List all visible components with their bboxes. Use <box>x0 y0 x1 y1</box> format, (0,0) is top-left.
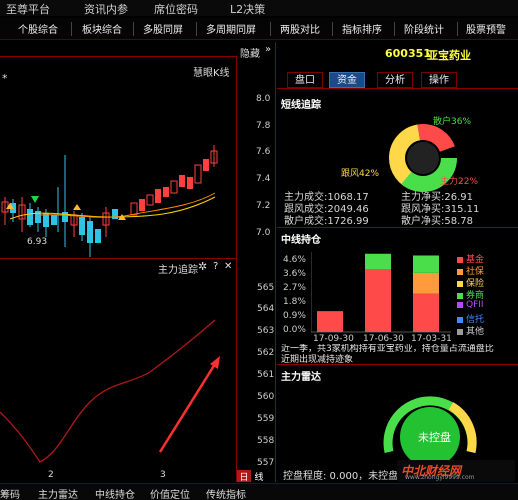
main-tracking-line <box>0 319 220 463</box>
hold-y-tick: 1.8% <box>283 297 306 307</box>
retail-volume: 散户成交:1726.99 <box>284 216 369 227</box>
kline-chart-panel: 隐藏 » 慧眼K线 * 8.0 7.8 7.6 7.4 7.2 7.0 6.93… <box>0 42 276 483</box>
sub-tick: 565 <box>257 283 275 293</box>
hold-x-label: 17-06-30 <box>363 334 404 344</box>
tab-pankou[interactable]: 盘口 <box>287 72 323 88</box>
hold-bar-0 <box>317 311 343 332</box>
watermark-logo: 中北财经网 www.zhongyi9999.com <box>397 460 515 482</box>
period-tag-day[interactable]: 日 <box>237 470 251 483</box>
hold-x-label: 17-03-31 <box>411 334 452 344</box>
bottom-tab-midhold[interactable]: 中线持仓 <box>95 486 135 500</box>
low-price-label: 6.93 <box>27 237 48 247</box>
hold-bar-2 <box>413 293 439 332</box>
top-menu-bar: 至尊平台 资讯内参 席位密码 L2决策 <box>0 0 518 16</box>
period-tag-line[interactable]: 线 <box>252 470 266 483</box>
sub-tick: 562 <box>257 348 275 358</box>
tab-analysis[interactable]: 分析 <box>377 72 413 88</box>
stock-name: 亚宝药业 <box>427 49 471 62</box>
toolbar-stage-stats[interactable]: 阶段统计 <box>404 21 444 36</box>
hold-bar-2 <box>413 272 439 294</box>
price-tick: 7.6 <box>256 147 271 157</box>
hold-summary: 近一季，共3家机构持有亚宝药业，持仓量占流通盘比 近期出现减持迹象 <box>281 344 494 365</box>
hold-bar-1 <box>365 269 391 332</box>
sub-tick: 558 <box>257 436 275 446</box>
price-tick: 8.0 <box>256 94 271 104</box>
tab-operation[interactable]: 操作 <box>421 72 457 88</box>
hold-bar-chart <box>311 252 451 333</box>
follow-pct: 跟风42% <box>341 169 380 179</box>
retail-pct: 散户36% <box>433 117 472 127</box>
toolbar-sort[interactable]: 指标排序 <box>342 21 382 36</box>
hide-panel-link[interactable]: 隐藏 <box>240 45 260 60</box>
x-label: 2 <box>48 470 54 480</box>
x-label: 3 <box>160 470 166 480</box>
function-toolbar: 个股综合 板块综合 多股同屏 多周期同屏 两股对比 指标排序 阶段统计 股票预警 <box>0 18 518 40</box>
menu-item-seat[interactable]: 席位密码 <box>154 1 198 17</box>
legend-other: 其他 <box>457 324 484 337</box>
bottom-tab-indicators[interactable]: 传统指标 <box>206 486 246 500</box>
star-marker: * <box>2 72 8 85</box>
toolbar-multi-stock[interactable]: 多股同屏 <box>143 21 183 36</box>
menu-item-news[interactable]: 资讯内参 <box>84 1 128 17</box>
control-degree: 控盘程度: 0.000，未控盘 <box>283 471 399 482</box>
menu-item-platform[interactable]: 至尊平台 <box>6 1 50 17</box>
collapse-icon[interactable]: » <box>265 44 271 55</box>
hold-x-label: 17-09-30 <box>313 334 354 344</box>
stock-code: 600351 <box>385 47 431 60</box>
short-track-title: 短线追踪 <box>281 100 321 111</box>
main-pct: 主力22% <box>440 177 479 187</box>
hold-y-tick: 4.6% <box>283 255 306 265</box>
help-icon[interactable]: ? <box>213 261 218 272</box>
hold-y-tick: 3.6% <box>283 269 306 279</box>
sub-tick: 563 <box>257 326 275 336</box>
sub-tick: 561 <box>257 370 275 380</box>
tab-funds[interactable]: 资金 <box>329 72 365 88</box>
toolbar-compare[interactable]: 两股对比 <box>280 21 320 36</box>
indicator-name: 慧眼K线 <box>193 68 230 79</box>
toolbar-multi-period[interactable]: 多周期同屏 <box>206 21 256 36</box>
price-tick: 7.8 <box>256 121 271 131</box>
right-info-panel: 600351 亚宝药业 盘口 资金 分析 操作 短线追踪 散户36% 跟风42%… <box>277 42 518 482</box>
sub-tick: 557 <box>257 458 275 468</box>
close-icon[interactable]: ✕ <box>224 261 232 272</box>
toolbar-stock-overview[interactable]: 个股综合 <box>18 21 58 36</box>
hold-y-tick: 0.9% <box>283 311 306 321</box>
hold-y-tick: 0.0% <box>283 325 306 335</box>
retail-net-buy: 散户净买:58.78 <box>401 216 473 227</box>
hold-bar-1 <box>365 253 391 270</box>
main-radar-title: 主力雷达 <box>281 372 321 383</box>
price-tick: 7.4 <box>256 174 271 184</box>
bottom-tab-chips[interactable]: 筹码 <box>0 486 20 500</box>
control-status: 未控盘 <box>418 431 451 444</box>
bottom-tab-value[interactable]: 价值定位 <box>150 486 190 500</box>
hold-y-tick: 2.7% <box>283 283 306 293</box>
hold-bar-2 <box>413 255 439 273</box>
bottom-tab-radar[interactable]: 主力雷达 <box>38 486 78 500</box>
menu-item-l2[interactable]: L2决策 <box>230 1 265 17</box>
sub-tick: 559 <box>257 414 275 424</box>
toolbar-alert[interactable]: 股票预警 <box>466 21 506 36</box>
bottom-indicator-bar: 筹码 主力雷达 中线持仓 价值定位 传统指标 <box>0 483 518 500</box>
mid-hold-title: 中线持仓 <box>281 235 321 246</box>
sub-tick: 560 <box>257 392 275 402</box>
price-tick: 7.2 <box>256 201 271 211</box>
legend-qfii: QFII <box>457 300 484 310</box>
price-tick: 7.0 <box>256 228 271 238</box>
sub-tick: 564 <box>257 304 275 314</box>
toolbar-sector-overview[interactable]: 板块综合 <box>82 21 122 36</box>
